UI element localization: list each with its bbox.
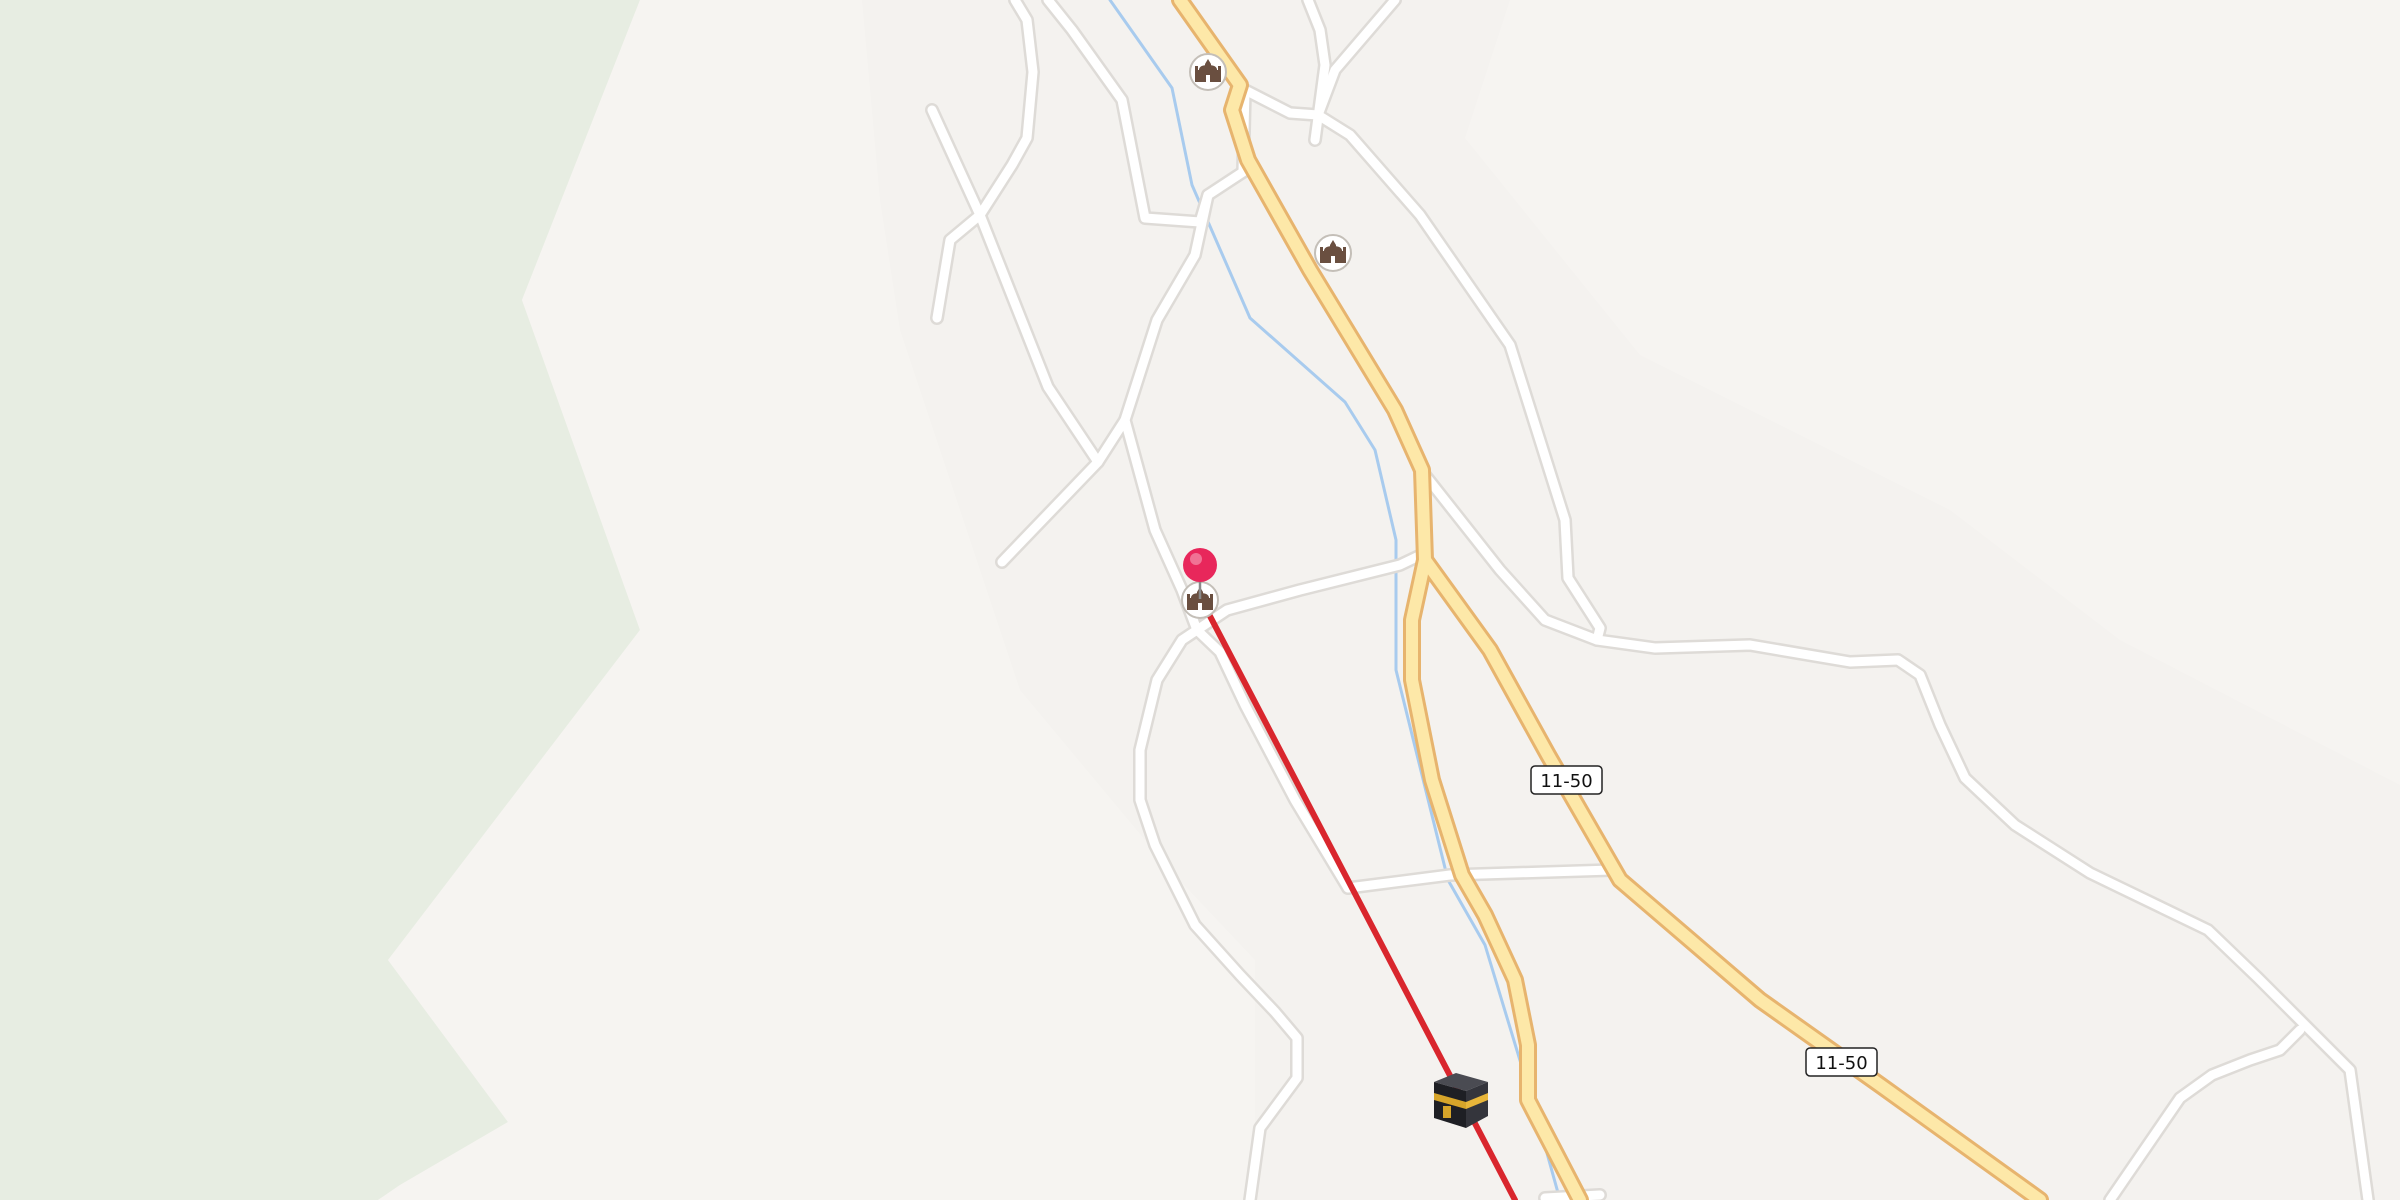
map-canvas[interactable]: 11-50 11-50 [0, 0, 2400, 1200]
map-pin-icon [1183, 548, 1217, 582]
kaaba-icon [1434, 1073, 1488, 1128]
road-shield-label: 11-50 [1815, 1053, 1867, 1074]
destination-marker[interactable] [1434, 1073, 1488, 1128]
mosque-poi[interactable] [1314, 234, 1352, 272]
road-shield: 11-50 [1805, 1047, 1878, 1077]
road-shield: 11-50 [1530, 765, 1603, 795]
road-shield-label: 11-50 [1540, 771, 1592, 792]
mosque-poi[interactable] [1189, 53, 1227, 91]
